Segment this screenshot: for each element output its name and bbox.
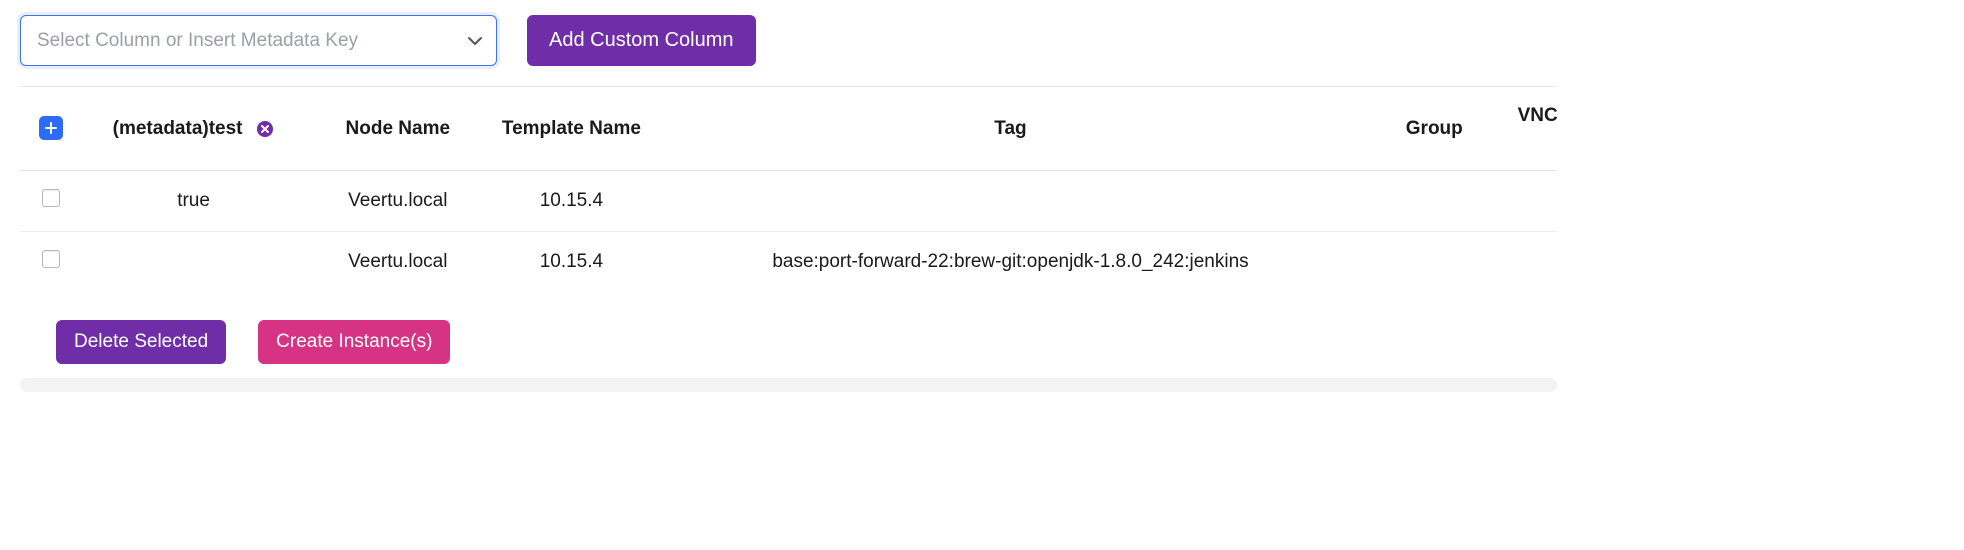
action-bar: Delete Selected Create Instance(s) <box>20 292 1944 376</box>
column-select-input[interactable] <box>35 29 482 53</box>
header-tag: Tag <box>994 118 1026 139</box>
top-bar: Add Custom Column <box>20 15 1557 87</box>
cell-node: Veertu.local <box>348 251 447 272</box>
header-template: Template Name <box>502 118 641 139</box>
header-metadata: (metadata)test <box>113 116 243 142</box>
cell-metadata: true <box>177 190 210 211</box>
header-node: Node Name <box>346 118 451 139</box>
cell-tag: base:port-forward-22:brew-git:openjdk-1.… <box>772 251 1248 272</box>
instances-table: (metadata)test Node Name Template Name T… <box>20 87 1557 292</box>
chevron-down-icon[interactable] <box>468 33 482 49</box>
delete-selected-button[interactable]: Delete Selected <box>56 320 226 364</box>
table-row: Veertu.local 10.15.4 base:port-forward-2… <box>20 232 1557 293</box>
remove-column-icon[interactable] <box>255 119 275 139</box>
cell-template: 10.15.4 <box>540 251 603 272</box>
column-select[interactable] <box>20 15 497 66</box>
row-checkbox[interactable] <box>42 189 60 207</box>
add-custom-column-button[interactable]: Add Custom Column <box>527 15 756 66</box>
header-group: Group <box>1406 118 1463 139</box>
row-checkbox[interactable] <box>42 250 60 268</box>
table-header-row: (metadata)test Node Name Template Name T… <box>20 87 1557 171</box>
add-row-button[interactable] <box>39 116 63 140</box>
cell-node: Veertu.local <box>348 190 447 211</box>
page-root: Add Custom Column (metadata)test <box>0 0 1964 397</box>
table-row: true Veertu.local 10.15.4 Pulling (49%) <box>20 171 1557 232</box>
header-vnc: VNC Connection String <box>1518 105 1557 152</box>
horizontal-scrollbar[interactable] <box>20 378 1557 392</box>
create-instances-button[interactable]: Create Instance(s) <box>258 320 450 364</box>
cell-template: 10.15.4 <box>540 190 603 211</box>
